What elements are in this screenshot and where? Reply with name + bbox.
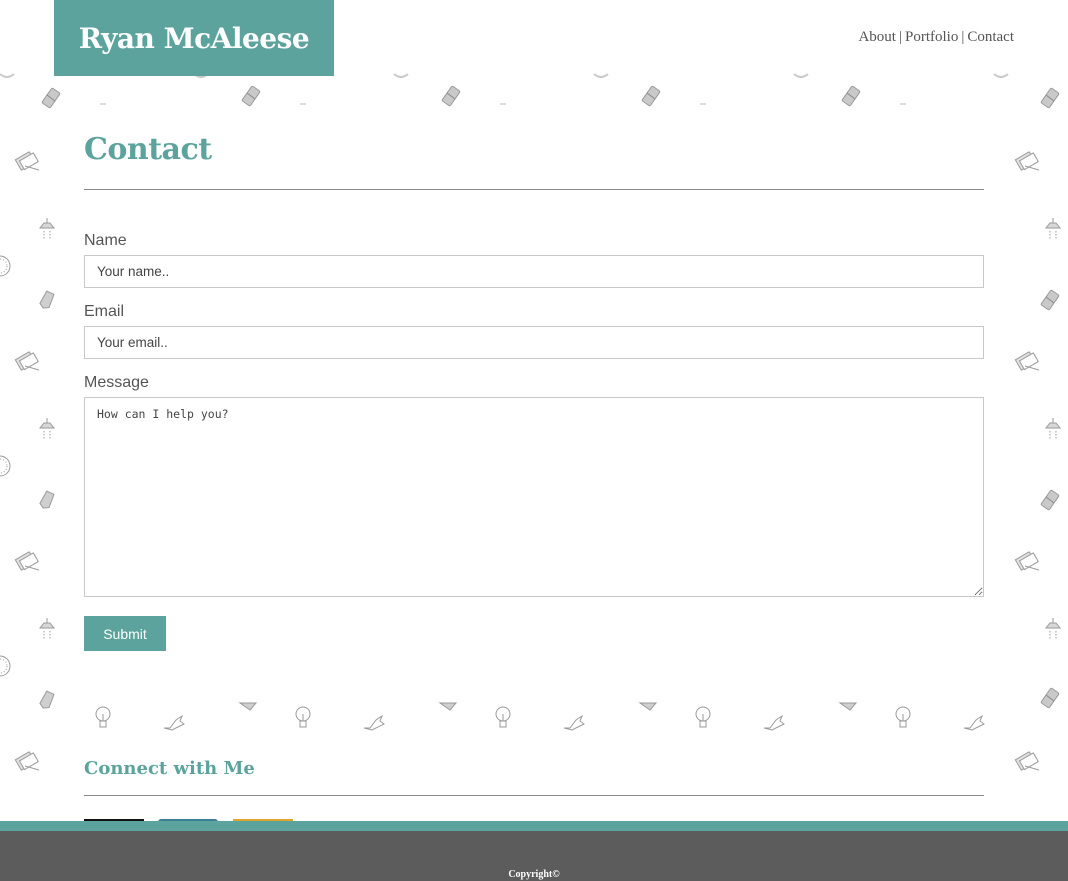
main-nav: About | Portfolio | Contact: [858, 29, 1014, 46]
paper-stack-icon: [1014, 351, 1040, 371]
pencil-icon: [38, 490, 56, 511]
eraser-icon: [241, 85, 261, 107]
paper-stack-icon: [14, 551, 40, 571]
paper-stack-icon: [1014, 551, 1040, 571]
lamp-icon: [39, 617, 55, 641]
nav-separator: |: [961, 29, 965, 45]
bulb-icon: [895, 706, 911, 728]
paper-stack-icon: [14, 351, 40, 371]
bulb-icon: [495, 706, 511, 728]
name-label: Name: [84, 232, 127, 249]
pencil-icon: [239, 702, 257, 711]
hand-icon: [163, 715, 185, 731]
nav-link-contact[interactable]: Contact: [967, 29, 1014, 45]
site-header: Ryan McAleese About | Portfolio | Contact: [0, 0, 1068, 76]
bulb-icon: [95, 706, 111, 728]
eraser-icon: [641, 85, 661, 107]
lamp-icon: [39, 417, 55, 441]
hand-icon: [363, 715, 385, 731]
message-label: Message: [84, 374, 149, 391]
hand-icon: [563, 715, 585, 731]
compass-icon: [0, 455, 11, 477]
nav-link-about[interactable]: About: [858, 29, 896, 45]
logo-text: Ryan McAleese: [78, 21, 310, 55]
message-textarea[interactable]: [84, 397, 984, 597]
nav-separator: |: [898, 29, 902, 45]
hand-icon: [963, 715, 985, 731]
paper-stack-icon: [1014, 151, 1040, 171]
eraser-icon: [1040, 489, 1060, 511]
paper-stack-icon: [14, 151, 40, 171]
eraser-icon: [441, 85, 461, 107]
eraser-icon: [1040, 687, 1060, 709]
title-divider: [84, 189, 984, 190]
nav-link-portfolio[interactable]: Portfolio: [905, 29, 958, 45]
eraser-icon: [1040, 289, 1060, 311]
email-label: Email: [84, 303, 125, 320]
pencil-icon: [439, 702, 457, 711]
compass-icon: [0, 655, 11, 677]
site-footer: Copyright©: [0, 831, 1068, 881]
email-input[interactable]: [84, 326, 984, 359]
bulb-icon: [295, 706, 311, 728]
page-title: Contact: [84, 132, 212, 167]
name-input[interactable]: [84, 255, 984, 288]
lamp-icon: [1045, 617, 1061, 641]
footer-accent-strip: [0, 821, 1068, 831]
pencil-icon: [639, 702, 657, 711]
hand-icon: [763, 715, 785, 731]
lamp-icon: [1045, 217, 1061, 241]
lamp-icon: [1045, 417, 1061, 441]
eraser-icon: [1040, 87, 1060, 109]
site-logo[interactable]: Ryan McAleese: [54, 0, 334, 76]
submit-button[interactable]: Submit: [84, 616, 166, 651]
pencil-icon: [839, 702, 857, 711]
compass-icon: [0, 255, 11, 277]
paper-stack-icon: [14, 751, 40, 771]
copyright-text: Copyright©: [508, 869, 560, 880]
eraser-icon: [841, 85, 861, 107]
eraser-icon: [41, 87, 61, 109]
pencil-icon: [38, 690, 56, 711]
connect-heading: Connect with Me: [84, 758, 255, 779]
lamp-icon: [39, 217, 55, 241]
bulb-icon: [695, 706, 711, 728]
connect-divider: [84, 795, 984, 796]
pencil-icon: [38, 290, 56, 311]
paper-stack-icon: [1014, 751, 1040, 771]
